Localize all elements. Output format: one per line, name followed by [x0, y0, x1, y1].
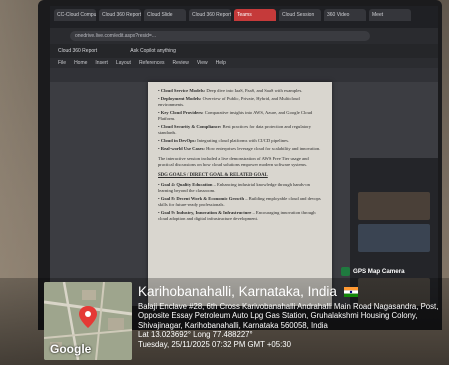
menu-item[interactable]: References: [139, 58, 165, 68]
menu-item[interactable]: File: [58, 58, 66, 68]
section-heading: SDG GOALS / DIRECT GOAL & RELATED GOAL: [158, 173, 268, 178]
body-paragraph: The interactive session included a live …: [158, 156, 309, 167]
bullet-item: • Real-world Use Cases: How enterprises …: [158, 146, 321, 151]
india-flag-icon: [343, 287, 358, 298]
ribbon-menu: File Home Insert Layout References Revie…: [50, 58, 438, 68]
place-name: Karihobanahalli, Karnataka, India: [138, 284, 444, 300]
gps-camera-badge: GPS Map Camera: [341, 265, 405, 277]
browser-tab[interactable]: Cloud 360 Report: [189, 9, 231, 21]
bullet-item: • Cloud Service Models: Deep dive into I…: [158, 88, 303, 93]
document-title: Cloud 360 Report: [58, 48, 98, 54]
browser-tab-active[interactable]: Teams: [234, 9, 276, 21]
datetime-text: Tuesday, 25/11/2025 07:32 PM GMT +05:30: [138, 339, 291, 349]
menu-item[interactable]: Layout: [116, 58, 131, 68]
bullet-item: • Cloud in DevOps: Integrating cloud pla…: [158, 138, 290, 143]
menu-item[interactable]: Review: [173, 58, 189, 68]
address-text: Balaji Enclave #28, 6th Cross Karivobana…: [138, 302, 439, 330]
participant-video[interactable]: [358, 192, 430, 220]
laptop-screen: CC-Cloud Computing Cloud 360 Report Clou…: [50, 6, 438, 306]
goal-item: • Goal 4: Quality Education – Enhancing …: [158, 182, 310, 193]
browser-tab[interactable]: Cloud Session: [279, 9, 321, 21]
menu-item[interactable]: Home: [74, 58, 87, 68]
participant-video[interactable]: [358, 224, 430, 252]
bullet-item: • Deployment Models: Overview of Public,…: [158, 96, 300, 107]
gps-camera-icon: [341, 266, 350, 276]
copilot-search[interactable]: Ask Copilot anything: [130, 48, 176, 54]
gps-info: Karihobanahalli, Karnataka, India Balaji…: [138, 284, 444, 349]
bullet-item: • Key Cloud Providers: Comparative insig…: [158, 110, 313, 121]
bullet-item: • Cloud Security & Compliance: Best prac…: [158, 124, 312, 135]
coordinates-text: Lat 13.023692° Long 77.488227°: [138, 330, 253, 340]
app-titlebar: Cloud 360 Report Ask Copilot anything: [50, 44, 438, 58]
browser-tab[interactable]: Cloud Slide: [144, 9, 186, 21]
address-bar: onedrive.live.com/edit.aspx?resid=...: [50, 28, 438, 44]
goal-item: • Goal 9: Industry, Innovation & Infrast…: [158, 210, 316, 221]
google-logo: Google: [50, 342, 92, 356]
formatting-toolbar[interactable]: [50, 68, 438, 82]
browser-tab[interactable]: 360 Video: [324, 9, 366, 21]
url-input[interactable]: onedrive.live.com/edit.aspx?resid=...: [70, 31, 370, 41]
menu-item[interactable]: Help: [216, 58, 226, 68]
menu-item[interactable]: Insert: [95, 58, 108, 68]
gps-camera-label: GPS Map Camera: [353, 267, 405, 275]
document-page: • Cloud Service Models: Deep dive into I…: [148, 82, 332, 306]
browser-tab[interactable]: Cloud 360 Report: [99, 9, 141, 21]
browser-tabbar: CC-Cloud Computing Cloud 360 Report Clou…: [50, 6, 438, 28]
browser-tab[interactable]: Meet: [369, 9, 411, 21]
goal-item: • Goal 8: Decent Work & Economic Growth …: [158, 196, 321, 207]
browser-tab[interactable]: CC-Cloud Computing: [54, 9, 96, 21]
map-thumbnail: Google: [44, 282, 132, 360]
menu-item[interactable]: View: [197, 58, 208, 68]
